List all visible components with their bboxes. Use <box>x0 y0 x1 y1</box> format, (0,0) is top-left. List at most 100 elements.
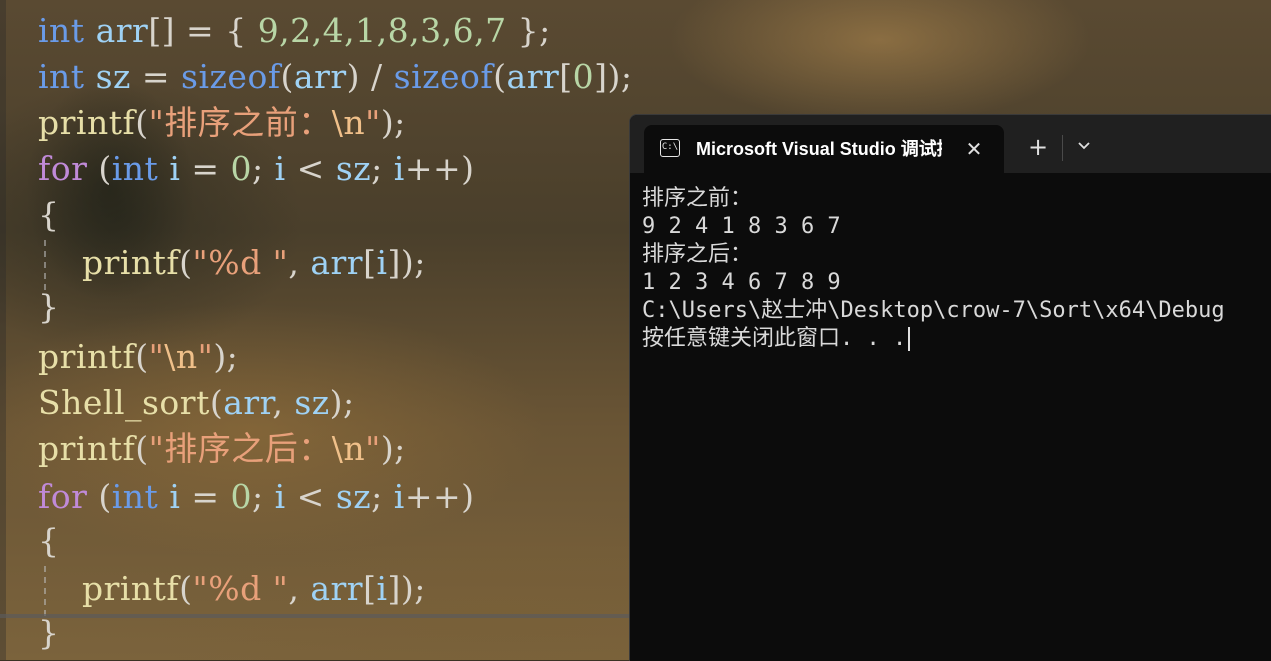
code-line: } <box>38 284 60 330</box>
terminal-icon: C:\ <box>660 139 680 157</box>
code-token: int <box>38 57 85 96</box>
code-token: arr <box>310 569 364 608</box>
code-token: \n <box>331 103 366 142</box>
code-line: printf("%d ", arr[i]); <box>38 240 426 286</box>
code-line: { <box>38 192 60 238</box>
code-token: ( <box>209 383 224 422</box>
code-token: 9,2,4,1,8,3,6,7 <box>257 11 507 50</box>
code-token: i <box>393 149 405 188</box>
code-token: " <box>148 337 165 376</box>
terminal-tabstrip: C:\ Microsoft Visual Studio 调试控制台 ✕ + <box>630 115 1271 173</box>
code-token: ); <box>329 383 355 422</box>
code-token: printf <box>81 243 180 282</box>
tab-dropdown-button[interactable] <box>1068 133 1100 163</box>
terminal-tab[interactable]: C:\ Microsoft Visual Studio 调试控制台 ✕ <box>644 125 1004 173</box>
code-token: i <box>376 569 388 608</box>
code-token: for <box>38 477 88 516</box>
code-token: } <box>38 287 60 326</box>
code-token: }; <box>506 11 551 50</box>
code-token: [ <box>363 243 377 282</box>
code-token: " <box>197 337 214 376</box>
code-token: int <box>38 11 85 50</box>
code-token: ; <box>371 149 394 188</box>
code-token: sizeof <box>181 57 281 96</box>
text-cursor <box>908 327 911 351</box>
terminal-window[interactable]: C:\ Microsoft Visual Studio 调试控制台 ✕ + 排序… <box>629 114 1271 661</box>
code-token: "%d " <box>192 569 289 608</box>
code-token: [ <box>363 569 377 608</box>
code-token: ; <box>252 149 275 188</box>
code-token: [] = { <box>148 11 258 50</box>
code-token: " <box>365 429 381 468</box>
code-token: ( <box>493 57 507 96</box>
chevron-down-icon <box>1078 142 1090 150</box>
code-token: 0 <box>572 57 595 96</box>
code-token: " <box>365 103 381 142</box>
code-token: } <box>38 613 60 652</box>
code-token: < <box>285 477 336 516</box>
editor-horizontal-scrollbar[interactable] <box>0 614 640 618</box>
code-token: ( <box>280 57 294 96</box>
code-token: 0 <box>230 149 253 188</box>
code-token: i <box>376 243 388 282</box>
code-line: for (int i = 0; i < sz; i++) <box>38 146 475 192</box>
code-token: ]); <box>387 243 426 282</box>
terminal-line: 9 2 4 1 8 3 6 7 <box>642 214 841 239</box>
code-token: { <box>38 521 60 560</box>
code-token: , <box>272 383 295 422</box>
terminal-prompt-line: 按任意键关闭此窗口. . . <box>642 325 1271 353</box>
code-line: for (int i = 0; i < sz; i++) <box>38 474 475 520</box>
code-token: sz <box>294 383 330 422</box>
code-token: = <box>130 57 182 96</box>
code-token: for <box>38 149 88 188</box>
code-token: ]); <box>594 57 633 96</box>
code-line: printf("\n"); <box>38 334 238 380</box>
code-token: [ <box>559 57 573 96</box>
code-token: arr <box>506 57 560 96</box>
tab-separator <box>1062 135 1063 161</box>
code-token: = <box>180 477 231 516</box>
code-token: ); <box>213 337 239 376</box>
code-token: ); <box>380 429 406 468</box>
code-token: Shell_sort <box>38 383 210 422</box>
code-token: ( <box>179 243 193 282</box>
code-token: int <box>111 477 159 516</box>
code-token: printf <box>81 569 180 608</box>
terminal-output[interactable]: 排序之前： 9 2 4 1 8 3 6 7 排序之后： 1 2 3 4 6 7 … <box>642 185 1271 353</box>
code-token: = <box>180 149 231 188</box>
code-token: ; <box>371 477 394 516</box>
code-token: ( <box>135 429 149 468</box>
code-token: "排序之后： <box>148 429 332 468</box>
code-token: ]); <box>387 569 426 608</box>
code-line: { <box>38 518 60 564</box>
code-token: i <box>274 149 286 188</box>
terminal-line: 1 2 3 4 6 7 8 9 <box>642 270 841 295</box>
code-editor[interactable]: int arr[] = { 9,2,4,1,8,3,6,7 }; int sz =… <box>0 0 640 660</box>
code-token: arr <box>310 243 364 282</box>
code-line: int arr[] = { 9,2,4,1,8,3,6,7 }; <box>38 8 551 54</box>
code-token: ; <box>252 477 275 516</box>
code-token: ) / <box>346 57 394 96</box>
close-tab-button[interactable]: ✕ <box>960 135 988 163</box>
new-tab-button[interactable]: + <box>1022 133 1054 163</box>
code-token: arr <box>223 383 273 422</box>
code-token: sizeof <box>393 57 494 96</box>
code-token: \n <box>164 337 198 376</box>
terminal-line: 排序之前： <box>642 186 753 211</box>
tab-title: Microsoft Visual Studio 调试控制台 <box>696 139 942 159</box>
code-token: , <box>288 569 311 608</box>
code-token: ( <box>135 103 149 142</box>
code-token: "排序之前： <box>148 103 332 142</box>
code-token: sz <box>335 149 372 188</box>
terminal-line: C:\Users\赵士冲\Desktop\crow-7\Sort\x64\Deb… <box>642 298 1225 323</box>
code-line: printf("排序之前：\n"); <box>38 100 406 146</box>
code-line: int sz = sizeof(arr) / sizeof(arr[0]); <box>38 54 633 100</box>
code-token: i <box>169 477 181 516</box>
code-token: ( <box>135 337 149 376</box>
code-line: Shell_sort(arr, sz); <box>38 380 355 426</box>
